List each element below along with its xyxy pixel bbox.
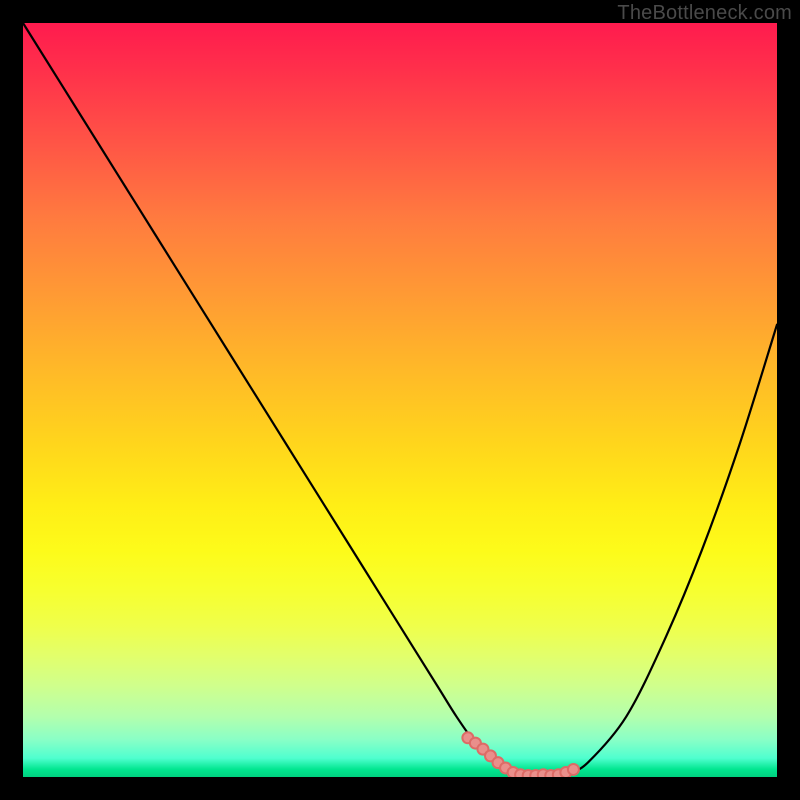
watermark-text: TheBottleneck.com bbox=[617, 2, 792, 25]
highlight-marker bbox=[568, 764, 579, 775]
plot-area bbox=[23, 23, 777, 777]
highlight-markers bbox=[462, 732, 579, 777]
bottleneck-curve bbox=[23, 23, 777, 776]
curve-layer bbox=[23, 23, 777, 777]
chart-frame: TheBottleneck.com bbox=[0, 0, 800, 800]
